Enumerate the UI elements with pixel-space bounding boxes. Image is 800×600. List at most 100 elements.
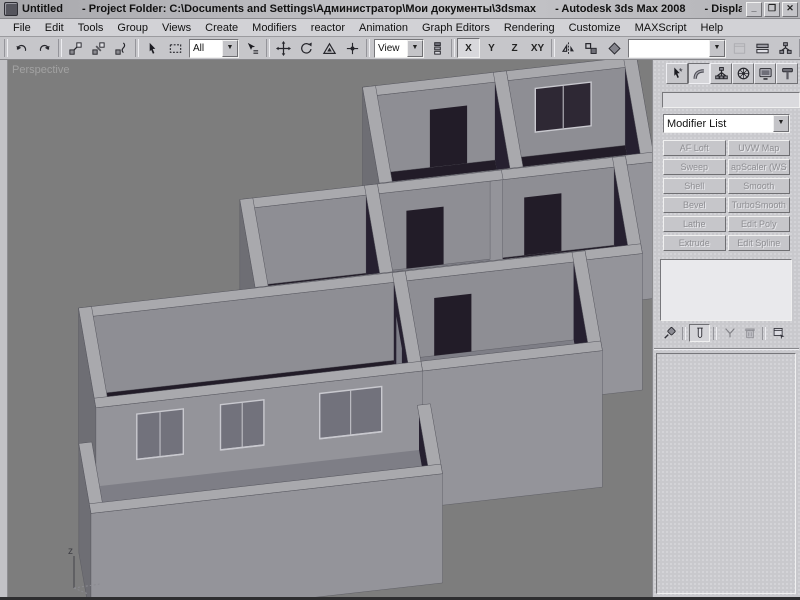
tab-utilities[interactable] — [776, 63, 798, 84]
select-and-uniform-scale-button[interactable] — [318, 37, 341, 59]
perspective-viewport[interactable]: z Perspective — [8, 60, 652, 597]
configure-modifier-sets-button[interactable] — [769, 325, 788, 341]
menu-file[interactable]: File — [6, 21, 38, 35]
menu-tools[interactable]: Tools — [71, 21, 111, 35]
object-name-field[interactable] — [662, 92, 800, 108]
curve-editor-icon — [755, 41, 770, 56]
select-and-link-button[interactable] — [64, 37, 87, 59]
room-mid-right-door-opening — [524, 193, 561, 255]
mirror-button[interactable] — [557, 37, 580, 59]
pin-stack-button[interactable] — [660, 325, 679, 341]
show-end-result-button[interactable] — [689, 324, 710, 342]
align-button[interactable] — [580, 37, 603, 59]
menu-graph-editors[interactable]: Graph Editors — [415, 21, 497, 35]
selection-filter-dropdown[interactable]: All▼ — [189, 39, 239, 58]
make-unique-button[interactable] — [720, 325, 739, 341]
modifier-button-shell[interactable]: Shell — [663, 178, 726, 194]
title-display-driver: - Display : Direct 3D — [705, 3, 742, 15]
modifier-button-edit-poly[interactable]: Edit Poly — [728, 216, 791, 232]
tab-display[interactable] — [754, 63, 776, 84]
menu-maxscript[interactable]: MAXScript — [628, 21, 694, 35]
rectangular-selection-region-icon — [168, 41, 183, 56]
named-selections-dialog-button[interactable] — [728, 37, 751, 59]
menu-create[interactable]: Create — [198, 21, 245, 35]
tab-create[interactable] — [666, 63, 688, 84]
room-mid-left-nw-wall-face — [254, 195, 366, 286]
modifier-list-dropdown[interactable]: Modifier List ▼ — [663, 114, 790, 133]
toolbar-separator — [451, 39, 455, 57]
tab-motion[interactable] — [732, 63, 754, 84]
axis-constraint-y-button[interactable]: Y — [480, 38, 503, 58]
menu-edit[interactable]: Edit — [38, 21, 71, 35]
app-icon[interactable] — [4, 2, 18, 16]
menu-views[interactable]: Views — [155, 21, 198, 35]
named-selections-dialog-icon — [732, 41, 747, 56]
create-icon — [670, 66, 685, 81]
select-and-uniform-scale-icon — [322, 41, 337, 56]
modifier-button-lathe[interactable]: Lathe — [663, 216, 726, 232]
use-pivot-point-center-button[interactable] — [426, 37, 449, 59]
chevron-down-icon[interactable]: ▼ — [222, 40, 238, 57]
menu-reactor[interactable]: reactor — [304, 21, 352, 35]
modifier-stack-list[interactable] — [660, 259, 792, 321]
select-and-move-button[interactable] — [272, 37, 295, 59]
bind-to-space-warp-button[interactable] — [110, 37, 133, 59]
modifier-button-turbosmooth[interactable]: TurboSmooth — [728, 197, 791, 213]
modifier-button-extrude[interactable]: Extrude — [663, 235, 726, 251]
named-selection-sets-dropdown[interactable]: ▼ — [628, 39, 726, 58]
utilities-icon — [780, 66, 795, 81]
select-by-name-button[interactable] — [241, 37, 264, 59]
remove-modifier-button[interactable] — [740, 325, 759, 341]
undo-button[interactable] — [10, 37, 33, 59]
close-button[interactable]: ✕ — [782, 2, 798, 17]
menu-customize[interactable]: Customize — [562, 21, 628, 35]
reference-coordinate-system-dropdown[interactable]: View▼ — [374, 39, 424, 58]
select-and-manipulate-icon — [345, 41, 360, 56]
rectangular-selection-region-button[interactable] — [164, 37, 187, 59]
rollout-area — [656, 353, 796, 594]
modifier-button-grid: AF LoftUVW MapSweepapScaler (WSShellSmoo… — [663, 140, 790, 251]
menu-animation[interactable]: Animation — [352, 21, 415, 35]
modifier-button-smooth[interactable]: Smooth — [728, 178, 791, 194]
modifier-button-uvw-map[interactable]: UVW Map — [728, 140, 791, 156]
window-title: Untitled - Project Folder: C:\Documents … — [22, 3, 742, 15]
redo-button[interactable] — [33, 37, 56, 59]
align-icon — [584, 41, 599, 56]
select-and-manipulate-button[interactable] — [341, 37, 364, 59]
minimize-button[interactable]: _ — [746, 2, 762, 17]
unlink-selection-button[interactable] — [87, 37, 110, 59]
menu-modifiers[interactable]: Modifiers — [245, 21, 304, 35]
viewport-label[interactable]: Perspective — [12, 64, 69, 76]
bind-to-space-warp-icon — [114, 41, 129, 56]
title-bar[interactable]: Untitled - Project Folder: C:\Documents … — [0, 0, 800, 19]
modifier-button-edit-spline[interactable]: Edit Spline — [728, 235, 791, 251]
configure-modifier-sets-icon — [772, 326, 786, 340]
axis-constraint-xy-button[interactable]: XY — [526, 38, 549, 58]
modifier-button-apscaler-ws[interactable]: apScaler (WS — [728, 159, 791, 175]
modifier-button-af-loft[interactable]: AF Loft — [663, 140, 726, 156]
tab-modify[interactable] — [688, 63, 710, 84]
select-and-rotate-button[interactable] — [295, 37, 318, 59]
axis-constraint-z-button[interactable]: Z — [503, 38, 526, 58]
menu-bar: FileEditToolsGroupViewsCreateModifiersre… — [0, 19, 800, 37]
menu-help[interactable]: Help — [694, 21, 731, 35]
chevron-down-icon[interactable]: ▼ — [709, 40, 725, 57]
select-object-button[interactable] — [141, 37, 164, 59]
command-panel-tabs — [653, 60, 800, 84]
chevron-down-icon[interactable]: ▼ — [407, 40, 423, 57]
axis-constraint-x-button[interactable]: X — [457, 38, 480, 58]
manage-layers-button[interactable] — [603, 37, 626, 59]
title-app-name: - Autodesk 3ds Max 2008 — [555, 3, 685, 15]
stackbar-separator — [682, 327, 686, 340]
chevron-down-icon[interactable]: ▼ — [773, 115, 789, 132]
menu-rendering[interactable]: Rendering — [497, 21, 562, 35]
toolbar-separator — [4, 39, 8, 57]
curve-editor-button[interactable] — [751, 37, 774, 59]
restore-button[interactable]: ❐ — [764, 2, 780, 17]
menu-group[interactable]: Group — [110, 21, 155, 35]
modifier-button-bevel[interactable]: Bevel — [663, 197, 726, 213]
schematic-view-button[interactable] — [774, 37, 797, 59]
modifier-button-sweep[interactable]: Sweep — [663, 159, 726, 175]
tab-hierarchy[interactable] — [710, 63, 732, 84]
redo-icon — [37, 41, 52, 56]
